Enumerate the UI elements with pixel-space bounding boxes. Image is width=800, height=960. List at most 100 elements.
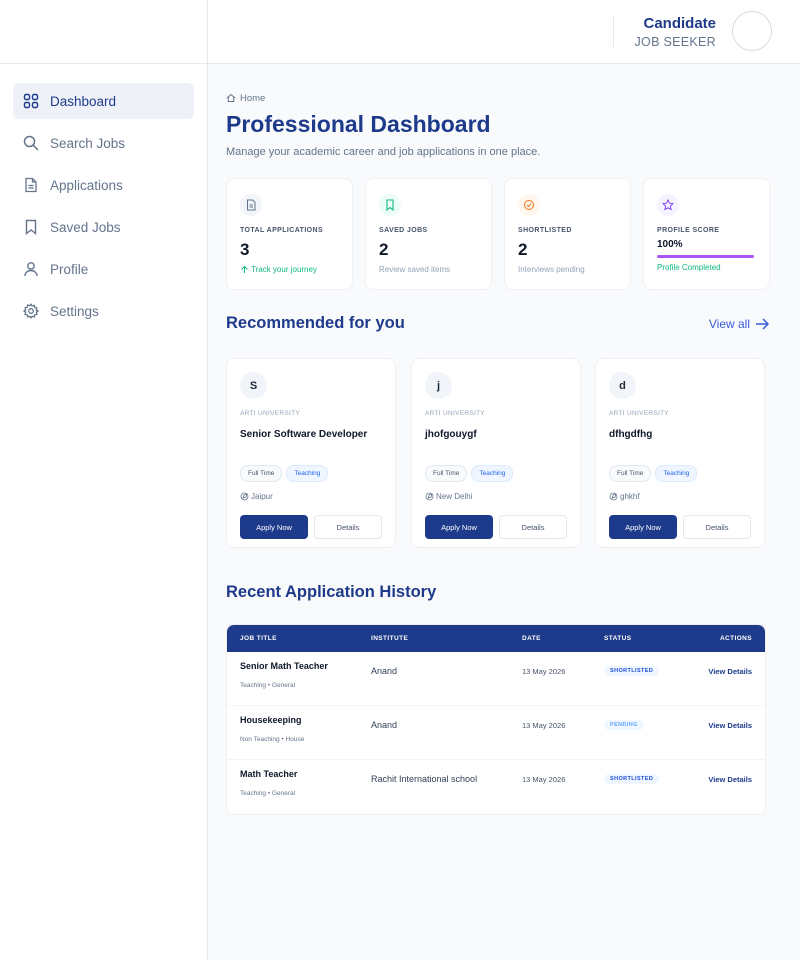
column-header-status: STATUS — [604, 635, 632, 642]
details-button[interactable]: Details — [499, 515, 567, 539]
bookmark-icon — [25, 219, 37, 235]
apply-now-button[interactable]: Apply Now — [240, 515, 308, 539]
section-title-recommended: Recommended for you — [226, 314, 405, 332]
table-row: Housekeeping Non Teaching • House Anand … — [227, 706, 765, 760]
sidebar-item-label: Applications — [50, 177, 123, 193]
job-initial-avatar: S — [240, 372, 267, 399]
job-card[interactable]: d ARTI UNIVERSITY dfhgdfhg Full Time Tea… — [595, 358, 765, 548]
row-date: 13 May 2026 — [522, 721, 566, 730]
row-job-category: Non Teaching • House — [240, 736, 305, 743]
section-title-history: Recent Application History — [226, 583, 437, 601]
job-institute: ARTI UNIVERSITY — [425, 410, 486, 417]
column-header-date: DATE — [522, 635, 541, 642]
stat-note-text: Track your journey — [251, 265, 317, 274]
user-role: JOB SEEKER — [634, 35, 716, 49]
sidebar-item-label: Saved Jobs — [50, 219, 121, 235]
job-location: ghkhf — [609, 492, 751, 501]
location-icon — [425, 492, 434, 501]
sidebar-item-label: Search Jobs — [50, 135, 126, 151]
profile-score-fill — [657, 255, 754, 258]
row-job-title: Housekeeping — [240, 715, 302, 725]
table-row: Senior Math Teacher Teaching • General A… — [227, 652, 765, 706]
stat-card-shortlisted: SHORTLISTED 2 Interviews pending — [504, 178, 631, 290]
stat-label: SAVED JOBS — [379, 227, 428, 234]
stat-card-profile-score: PROFILE SCORE 100% Profile Completed — [643, 178, 770, 290]
status-badge: SHORTLISTED — [604, 666, 660, 676]
stat-value: 100% — [657, 239, 683, 250]
status-badge: PENDING — [604, 720, 644, 730]
bookmark-icon — [379, 194, 401, 216]
location-icon — [609, 492, 618, 501]
table-header: JOB TITLE INSTITUTE DATE STATUS ACTIONS — [227, 625, 765, 652]
main-content: Home Professional Dashboard Manage your … — [226, 92, 770, 815]
sidebar-item-applications[interactable]: Applications — [13, 167, 194, 203]
job-location-text: Jaipur — [251, 492, 273, 501]
search-icon — [23, 135, 39, 151]
sidebar-item-settings[interactable]: Settings — [13, 293, 194, 329]
job-institute: ARTI UNIVERSITY — [609, 410, 670, 417]
home-icon — [226, 93, 236, 102]
column-header-institute: INSTITUTE — [371, 635, 409, 642]
profile-score-bar — [657, 255, 754, 258]
row-date: 13 May 2026 — [522, 667, 566, 676]
stat-value: 3 — [240, 240, 250, 259]
sidebar-item-profile[interactable]: Profile — [13, 251, 194, 287]
sidebar-nav: Dashboard Search Jobs Applications Saved… — [0, 64, 207, 354]
page-subtitle: Manage your academic career and job appl… — [226, 146, 541, 158]
view-details-link[interactable]: View Details — [708, 667, 752, 676]
file-icon — [240, 194, 262, 216]
apply-now-button[interactable]: Apply Now — [609, 515, 677, 539]
row-date: 13 May 2026 — [522, 775, 566, 784]
star-icon — [657, 194, 679, 216]
job-actions: Apply Now Details — [609, 515, 751, 539]
job-location: New Delhi — [425, 492, 567, 501]
job-institute: ARTI UNIVERSITY — [240, 410, 301, 417]
job-card[interactable]: S ARTI UNIVERSITY Senior Software Develo… — [226, 358, 396, 548]
gear-icon — [23, 303, 39, 319]
location-icon — [240, 492, 249, 501]
user-icon — [24, 262, 38, 277]
stat-value: 2 — [518, 240, 528, 259]
job-actions: Apply Now Details — [240, 515, 382, 539]
column-header-job-title: JOB TITLE — [240, 635, 277, 642]
divider — [613, 16, 614, 47]
tag-category: Teaching — [471, 465, 514, 482]
stat-note: Track your journey — [240, 265, 339, 274]
row-job-title: Math Teacher — [240, 769, 298, 779]
job-tags: Full Time Teaching — [609, 465, 751, 482]
job-card[interactable]: j ARTI UNIVERSITY jhofgouygf Full Time T… — [411, 358, 581, 548]
stat-label: PROFILE SCORE — [657, 227, 720, 234]
sidebar-item-saved-jobs[interactable]: Saved Jobs — [13, 209, 194, 245]
tag-category: Teaching — [655, 465, 698, 482]
stat-note: Review saved items — [379, 265, 451, 274]
dashboard-icon — [23, 93, 39, 109]
breadcrumb-home[interactable]: Home — [240, 93, 265, 104]
details-button[interactable]: Details — [683, 515, 751, 539]
column-header-actions: ACTIONS — [719, 635, 752, 642]
tag-job-type: Full Time — [425, 465, 468, 482]
avatar[interactable] — [732, 11, 772, 51]
job-tags: Full Time Teaching — [240, 465, 382, 482]
apply-now-button[interactable]: Apply Now — [425, 515, 493, 539]
job-actions: Apply Now Details — [425, 515, 567, 539]
row-job-title: Senior Math Teacher — [240, 661, 328, 671]
view-details-link[interactable]: View Details — [708, 775, 752, 784]
sidebar-header — [0, 0, 207, 64]
application-history-table: JOB TITLE INSTITUTE DATE STATUS ACTIONS … — [226, 624, 766, 815]
job-initial-avatar: j — [425, 372, 452, 399]
details-button[interactable]: Details — [314, 515, 382, 539]
view-details-link[interactable]: View Details — [708, 721, 752, 730]
stat-label: SHORTLISTED — [518, 227, 572, 234]
row-institute: Anand — [371, 666, 398, 676]
check-circle-icon — [518, 194, 540, 216]
view-all-link[interactable]: View all — [709, 316, 770, 332]
breadcrumb[interactable]: Home — [226, 92, 770, 104]
sidebar-item-dashboard[interactable]: Dashboard — [13, 83, 194, 119]
job-title[interactable]: jhofgouygf — [425, 429, 567, 441]
row-institute: Anand — [371, 720, 398, 730]
sidebar-item-search-jobs[interactable]: Search Jobs — [13, 125, 194, 161]
view-all-label[interactable]: View all — [709, 317, 750, 331]
job-title[interactable]: dfhgdfhg — [609, 429, 751, 441]
job-title[interactable]: Senior Software Developer — [240, 429, 382, 441]
arrow-up-icon — [241, 265, 248, 273]
